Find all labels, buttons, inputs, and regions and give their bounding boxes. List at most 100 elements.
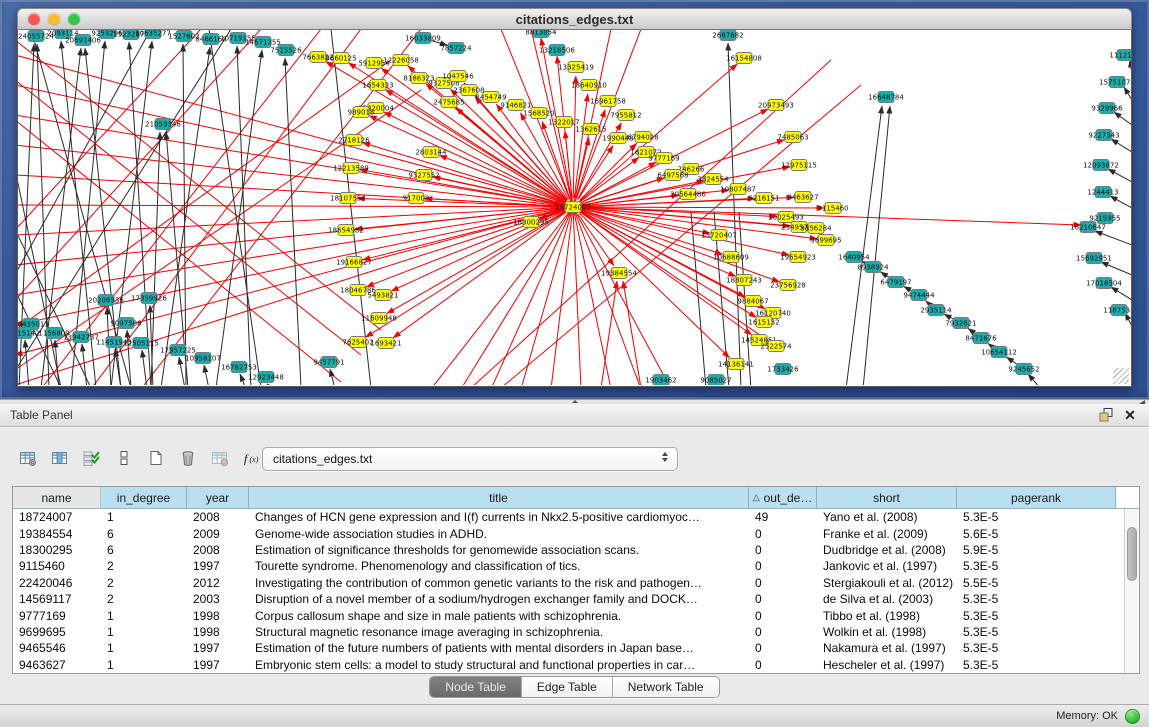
graph-node-label: 11609948 [361, 315, 397, 323]
function-icon[interactable]: f(x) [242, 449, 262, 467]
graph-node-label: 16033809 [405, 35, 441, 43]
graph-node-label: 13218506 [539, 47, 575, 55]
table-cell: 18724007 [13, 510, 101, 524]
new-file-icon[interactable] [146, 449, 166, 467]
graph-node-label: 7625402 [342, 339, 373, 347]
graph-node-label: 8938924 [857, 264, 889, 272]
table-cell: Tibbo et al. (1998) [817, 609, 957, 623]
table-cell: Investigating the contribution of common… [249, 576, 749, 590]
table-cell: Stergiakouli et al. (2012) [817, 576, 957, 590]
graph-node-label: 10025493 [768, 214, 804, 222]
table-cell: 2008 [187, 543, 249, 557]
column-header-short[interactable]: short [817, 487, 957, 508]
column-header-title[interactable]: title [249, 487, 749, 508]
table-cell: Genome-wide association studies in ADHD. [249, 527, 749, 541]
table-cell: 9465546 [13, 641, 101, 655]
network-canvas[interactable]: 2405572420931142069140692532961523287710… [17, 30, 1132, 387]
column-header-out_de[interactable]: △out_de… [749, 487, 817, 508]
table-cell: 5.5E-5 [957, 576, 1116, 590]
network-window-titlebar[interactable]: citations_edges.txt [17, 8, 1132, 30]
tab-node-table[interactable]: Node Table [430, 677, 521, 697]
graph-node-label: 8454749 [475, 94, 506, 102]
table-cell: 1 [101, 625, 187, 639]
graph-node-label: 12093872 [1083, 162, 1119, 170]
float-panel-icon[interactable] [1097, 407, 1115, 423]
table-settings-icon[interactable] [18, 449, 38, 467]
graph-node-label: 17359926 [131, 295, 167, 303]
graph-node-label: 20973493 [758, 102, 794, 110]
table-cell: 1998 [187, 625, 249, 639]
graph-node-label: 7857224 [440, 45, 472, 53]
table-cell: Corpus callosum shape and size in male p… [249, 609, 749, 623]
column-header-in_degree[interactable]: in_degree [101, 487, 187, 508]
graph-node-label: 16648784 [868, 94, 904, 102]
graph-node-label: 15692951 [1076, 255, 1112, 263]
table-row[interactable]: 2242004622012Investigating the contribut… [13, 575, 1124, 591]
tab-network-table[interactable]: Network Table [612, 677, 719, 697]
graph-node-label: 10654112 [981, 349, 1017, 357]
delete-table-icon[interactable] [210, 449, 230, 467]
graph-node-label: 1568520 [523, 110, 554, 118]
table-panel-header: Table Panel ✕ [0, 404, 1149, 427]
column-header-name[interactable]: name [13, 487, 101, 508]
graph-node-label: 20206536 [88, 297, 124, 305]
table-cell: 1 [101, 641, 187, 655]
minimize-window-button[interactable] [48, 13, 60, 25]
graph-node-label: 10958107 [185, 355, 221, 363]
graph-node-label: 1112112 [1109, 52, 1131, 60]
graph-node-label: 2718126 [338, 137, 370, 145]
table-select-dropdown[interactable]: citations_edges.txt [262, 447, 678, 471]
table-cell: 5.3E-5 [957, 510, 1116, 524]
graph-node-label: 17957225 [160, 347, 196, 355]
table-scrollbar[interactable] [1124, 509, 1139, 673]
table-cell: Estimation of significance thresholds fo… [249, 543, 749, 557]
graph-node-label: 1654333 [362, 82, 393, 90]
close-panel-icon[interactable]: ✕ [1121, 407, 1139, 423]
table-cell: 49 [749, 510, 817, 524]
graph-node-label: 13942737 [63, 334, 99, 342]
table-cell: 9463627 [13, 658, 101, 672]
row-pair-icon[interactable] [114, 449, 134, 467]
table-row[interactable]: 977716911998Corpus callosum shape and si… [13, 607, 1124, 623]
table-row[interactable]: 1830029562008Estimation of significance … [13, 542, 1124, 558]
close-window-button[interactable] [28, 13, 40, 25]
svg-text:f: f [244, 451, 249, 465]
table-column-icon[interactable] [50, 449, 70, 467]
node-table: namein_degreeyeartitle△out_de…shortpager… [12, 486, 1140, 674]
zoom-window-button[interactable] [68, 13, 80, 25]
table-cell: Dudbridge et al. (2008) [817, 543, 957, 557]
table-row[interactable]: 1456911722003Disruption of a novel membe… [13, 591, 1124, 607]
graph-node-label: 2687682 [712, 32, 743, 40]
table-cell: 1997 [187, 641, 249, 655]
table-cell: 5.3E-5 [957, 609, 1116, 623]
memory-status-label: Memory: OK [1056, 710, 1118, 722]
network-graph[interactable]: 2405572420931142069140692532961523287710… [18, 30, 1131, 385]
graph-node-label: 9329966 [1091, 105, 1123, 113]
table-cell: 0 [749, 609, 817, 623]
table-scrollbar-thumb[interactable] [1127, 527, 1137, 581]
table-row[interactable]: 911546021997Tourette syndrome. Phenomeno… [13, 558, 1124, 574]
table-select-value: citations_edges.txt [273, 452, 372, 466]
select-rows-icon[interactable] [82, 449, 102, 467]
graph-node-label: 9227343 [1088, 132, 1119, 140]
table-row[interactable]: 946362711997Embryonic stem cells: a mode… [13, 657, 1124, 673]
table-row[interactable]: 1938455462009Genome-wide association stu… [13, 525, 1124, 541]
table-cell: 5.3E-5 [957, 658, 1116, 672]
graph-node-label: 9245652 [1008, 366, 1039, 374]
delete-icon[interactable] [178, 449, 198, 467]
table-cell: 2 [101, 559, 187, 573]
table-body: 1872400712008Changes of HCN gene express… [13, 509, 1124, 673]
column-header-year[interactable]: year [187, 487, 249, 508]
graph-node-label: 7955812 [610, 112, 641, 120]
graph-node-label: 18724007 [555, 204, 591, 212]
resize-grip[interactable] [1113, 368, 1129, 384]
table-row[interactable]: 946554611997Estimation of the future num… [13, 640, 1124, 656]
table-row[interactable]: 969969511998Structural magnetic resonanc… [13, 624, 1124, 640]
graph-node-label: 16210647 [1070, 224, 1106, 232]
tab-edge-table[interactable]: Edge Table [521, 677, 612, 697]
graph-node-label: 9660125 [325, 55, 356, 63]
table-row[interactable]: 1872400712008Changes of HCN gene express… [13, 509, 1124, 525]
table-cell: Franke et al. (2009) [817, 527, 957, 541]
column-header-pagerank[interactable]: pagerank [957, 487, 1116, 508]
graph-node-label: 19384554 [601, 270, 637, 278]
